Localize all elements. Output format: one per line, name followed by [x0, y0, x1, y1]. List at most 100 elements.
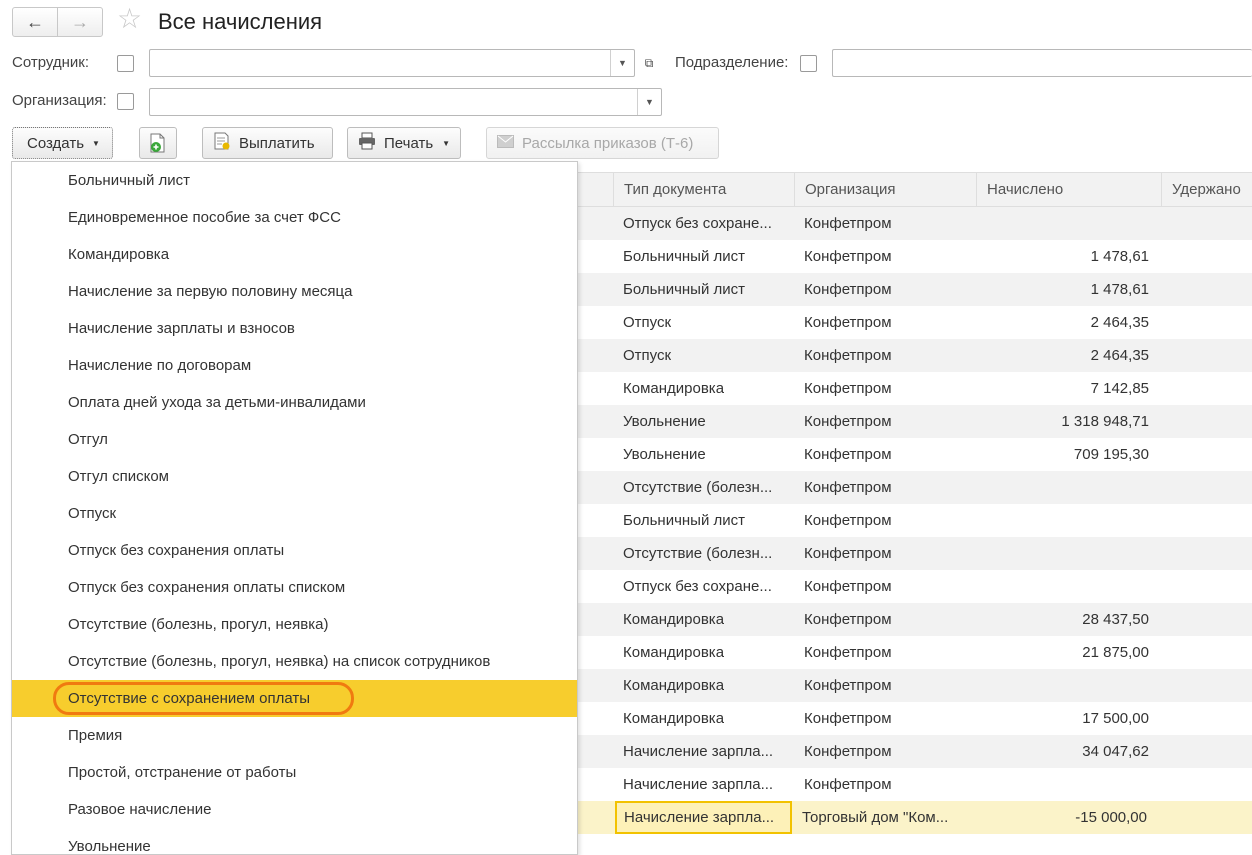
withheld-cell[interactable] [1161, 405, 1252, 438]
menu-item[interactable]: Премия [12, 717, 577, 754]
row-marker-cell[interactable] [576, 636, 613, 669]
doc-type-cell[interactable]: Начисление зарпла... [615, 801, 792, 834]
organization-cell[interactable]: Конфетпром [794, 636, 976, 669]
withheld-cell[interactable] [1161, 471, 1252, 504]
create-button[interactable]: Создать ▼ [12, 127, 113, 159]
accrued-cell[interactable]: 21 875,00 [976, 636, 1161, 669]
withheld-cell[interactable] [1161, 438, 1252, 471]
accrued-cell[interactable]: 34 047,62 [976, 735, 1161, 768]
department-filter-checkbox[interactable] [800, 55, 817, 72]
doc-type-cell[interactable]: Больничный лист [613, 240, 794, 273]
table-row[interactable]: Отпуск без сохране... Конфетпром [576, 570, 1252, 603]
table-row[interactable]: Командировка Конфетпром 17 500,00 [576, 702, 1252, 735]
table-row[interactable]: Начисление зарпла... Торговый дом "Ком...… [576, 801, 1252, 834]
menu-item[interactable]: Больничный лист [12, 162, 577, 199]
organization-cell[interactable]: Торговый дом "Ком... [792, 801, 974, 834]
doc-type-cell[interactable]: Отсутствие (болезн... [613, 471, 794, 504]
table-row[interactable]: Увольнение Конфетпром 1 318 948,71 [576, 405, 1252, 438]
withheld-cell[interactable] [1161, 735, 1252, 768]
withheld-cell[interactable] [1161, 207, 1252, 240]
withheld-cell[interactable] [1161, 504, 1252, 537]
doc-type-cell[interactable]: Командировка [613, 603, 794, 636]
favorite-star-icon[interactable]: ☆ [117, 5, 142, 33]
table-row[interactable]: Отсутствие (болезн... Конфетпром [576, 537, 1252, 570]
accrued-cell[interactable] [976, 537, 1161, 570]
organization-cell[interactable]: Конфетпром [794, 207, 976, 240]
doc-type-cell[interactable]: Больничный лист [613, 504, 794, 537]
row-marker-cell[interactable] [576, 240, 613, 273]
doc-type-cell[interactable]: Увольнение [613, 438, 794, 471]
organization-cell[interactable]: Конфетпром [794, 768, 976, 801]
column-header-accrued[interactable]: Начислено [976, 173, 1161, 206]
row-marker-cell[interactable] [576, 471, 613, 504]
withheld-cell[interactable] [1161, 240, 1252, 273]
withheld-cell[interactable] [1159, 801, 1250, 834]
withheld-cell[interactable] [1161, 636, 1252, 669]
pay-button[interactable]: Выплатить [202, 127, 333, 159]
menu-item[interactable]: Начисление зарплаты и взносов [12, 310, 577, 347]
menu-item[interactable]: Командировка [12, 236, 577, 273]
doc-type-cell[interactable]: Командировка [613, 702, 794, 735]
doc-type-cell[interactable]: Командировка [613, 372, 794, 405]
row-marker-cell[interactable] [576, 339, 613, 372]
organization-cell[interactable]: Конфетпром [794, 603, 976, 636]
add-document-button[interactable] [139, 127, 177, 159]
row-marker-cell[interactable] [576, 801, 613, 834]
table-row[interactable]: Командировка Конфетпром 21 875,00 [576, 636, 1252, 669]
row-marker-cell[interactable] [576, 405, 613, 438]
organization-cell[interactable]: Конфетпром [794, 405, 976, 438]
withheld-cell[interactable] [1161, 768, 1252, 801]
organization-cell[interactable]: Конфетпром [794, 570, 976, 603]
accrued-cell[interactable] [976, 471, 1161, 504]
menu-item[interactable]: Отпуск [12, 495, 577, 532]
doc-type-cell[interactable]: Командировка [613, 669, 794, 702]
menu-item[interactable]: Отгул списком [12, 458, 577, 495]
accrued-cell[interactable]: 1 478,61 [976, 273, 1161, 306]
withheld-cell[interactable] [1161, 339, 1252, 372]
menu-item[interactable]: Отпуск без сохранения оплаты [12, 532, 577, 569]
withheld-cell[interactable] [1161, 669, 1252, 702]
column-header-doc-type[interactable]: Тип документа [613, 173, 794, 206]
doc-type-cell[interactable]: Отпуск без сохране... [613, 570, 794, 603]
accrued-cell[interactable]: 2 464,35 [976, 339, 1161, 372]
chevron-down-icon[interactable]: ▼ [637, 89, 661, 115]
organization-cell[interactable]: Конфетпром [794, 273, 976, 306]
doc-type-cell[interactable]: Отпуск [613, 339, 794, 372]
accrued-cell[interactable] [976, 570, 1161, 603]
organization-cell[interactable]: Конфетпром [794, 702, 976, 735]
withheld-cell[interactable] [1161, 702, 1252, 735]
chevron-down-icon[interactable]: ▼ [610, 50, 634, 76]
doc-type-cell[interactable]: Отсутствие (болезн... [613, 537, 794, 570]
menu-item[interactable]: Отпуск без сохранения оплаты списком [12, 569, 577, 606]
withheld-cell[interactable] [1161, 603, 1252, 636]
row-marker-cell[interactable] [576, 504, 613, 537]
row-marker-cell[interactable] [576, 537, 613, 570]
doc-type-cell[interactable]: Больничный лист [613, 273, 794, 306]
row-marker-cell[interactable] [576, 603, 613, 636]
doc-type-cell[interactable]: Начисление зарпла... [613, 768, 794, 801]
organization-cell[interactable]: Конфетпром [794, 339, 976, 372]
column-header-withheld[interactable]: Удержано [1161, 173, 1252, 206]
doc-type-cell[interactable]: Увольнение [613, 405, 794, 438]
department-field[interactable] [832, 49, 1252, 77]
organization-field[interactable]: ▼ [149, 88, 662, 116]
doc-type-cell[interactable]: Отпуск без сохране... [613, 207, 794, 240]
menu-item[interactable]: Простой, отстранение от работы [12, 754, 577, 791]
organization-cell[interactable]: Конфетпром [794, 471, 976, 504]
accrued-cell[interactable]: 1 478,61 [976, 240, 1161, 273]
table-row[interactable]: Отпуск Конфетпром 2 464,35 [576, 306, 1252, 339]
organization-cell[interactable]: Конфетпром [794, 669, 976, 702]
menu-item[interactable]: Увольнение [12, 828, 577, 854]
doc-type-cell[interactable]: Отпуск [613, 306, 794, 339]
forward-arrow-icon[interactable]: → [57, 8, 102, 36]
employee-filter-checkbox[interactable] [117, 55, 134, 72]
menu-item[interactable]: Начисление за первую половину месяца [12, 273, 577, 310]
organization-cell[interactable]: Конфетпром [794, 240, 976, 273]
organization-cell[interactable]: Конфетпром [794, 735, 976, 768]
table-row[interactable]: Отпуск Конфетпром 2 464,35 [576, 339, 1252, 372]
mailing-orders-button[interactable]: Рассылка приказов (Т-6) [486, 127, 719, 159]
withheld-cell[interactable] [1161, 537, 1252, 570]
withheld-cell[interactable] [1161, 372, 1252, 405]
row-marker-cell[interactable] [576, 669, 613, 702]
table-row[interactable]: Больничный лист Конфетпром [576, 504, 1252, 537]
